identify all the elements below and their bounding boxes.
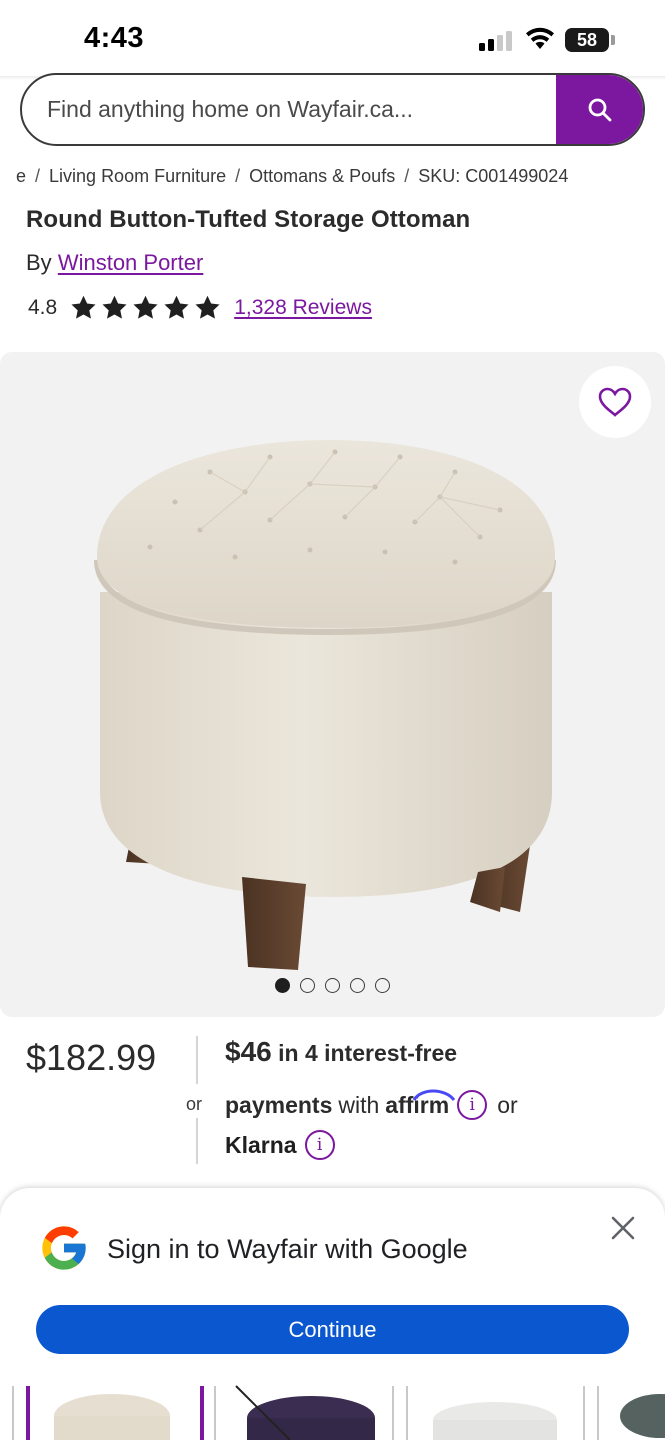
installment-provider-row: payments with affirm i or	[225, 1089, 518, 1120]
close-button[interactable]	[607, 1212, 639, 1244]
search-button[interactable]	[556, 75, 643, 144]
status-time: 4:43	[84, 22, 145, 54]
continue-button[interactable]: Continue	[36, 1305, 629, 1354]
gallery-dot[interactable]	[325, 978, 340, 993]
installment-offer: $46 in 4 interest-free	[225, 1036, 457, 1068]
installment-text: in 4 interest-free	[278, 1040, 458, 1066]
brand-link[interactable]: Winston Porter	[58, 250, 204, 275]
search-input[interactable]	[22, 75, 558, 144]
or-label: or	[186, 1094, 203, 1114]
star-icon	[102, 295, 127, 319]
thumbnail-selected-border	[200, 1386, 204, 1440]
favorite-button[interactable]	[579, 366, 651, 438]
gallery-dot[interactable]	[350, 978, 365, 993]
battery-icon: 58	[565, 28, 609, 52]
gallery-dot[interactable]	[375, 978, 390, 993]
sheet-title: Sign in to Wayfair with Google	[107, 1234, 468, 1264]
thumbnail-divider	[392, 1386, 394, 1440]
breadcrumb-separator: /	[404, 166, 410, 186]
affirm-logo: affirm	[385, 1089, 456, 1119]
breadcrumb: e / Living Room Furniture / Ottomans & Poufs…	[16, 166, 665, 190]
breadcrumb-item[interactable]: e	[16, 166, 26, 187]
close-icon	[611, 1216, 635, 1240]
gallery-dot[interactable]	[275, 978, 290, 993]
google-logo-icon	[42, 1226, 86, 1270]
reviews-link[interactable]: 1,328 Reviews	[234, 296, 372, 320]
star-rating	[69, 294, 222, 322]
thumbnail-divider	[12, 1386, 14, 1440]
product-title: Round Button-Tufted Storage Ottoman	[26, 206, 471, 233]
star-icon	[71, 295, 96, 319]
thumbnail-divider	[406, 1386, 408, 1440]
klarna-row: Klarna i	[225, 1130, 345, 1160]
status-bar: 4:43 58	[0, 0, 665, 78]
wifi-icon	[526, 27, 554, 49]
thumbnail-divider	[597, 1386, 599, 1440]
byline: By Winston Porter	[26, 250, 203, 276]
price: $182.99	[26, 1037, 157, 1078]
product-image	[94, 440, 556, 970]
by-label: By	[26, 250, 52, 275]
breadcrumb-item-ottomans-poufs[interactable]: Ottomans & Poufs	[249, 166, 395, 187]
thumbnail-selected-border	[26, 1386, 30, 1440]
star-icon	[133, 295, 158, 319]
battery-cap	[611, 35, 615, 45]
heart-icon	[598, 387, 632, 417]
affirm-info-icon[interactable]: i	[457, 1090, 488, 1120]
breadcrumb-separator: /	[35, 166, 41, 186]
breadcrumb-item-living-room-furniture[interactable]: Living Room Furniture	[49, 166, 226, 187]
klarna-info-icon[interactable]: i	[304, 1130, 335, 1160]
payments-label: payments	[225, 1091, 333, 1118]
klarna-logo: Klarna	[225, 1131, 297, 1158]
or-after-label: or	[497, 1091, 518, 1118]
star-icon	[195, 295, 220, 319]
rating-value: 4.8	[28, 296, 58, 319]
gallery-pagination	[275, 978, 390, 993]
price-divider	[196, 1036, 198, 1084]
breadcrumb-sku: SKU: C001499024	[418, 166, 569, 186]
cellular-signal-icon	[479, 31, 513, 51]
search-icon	[588, 98, 611, 121]
thumbnail-divider	[583, 1386, 585, 1440]
gallery-dot[interactable]	[300, 978, 315, 993]
affirm-arc-icon	[412, 1089, 456, 1101]
variant-thumbnails[interactable]	[0, 1382, 665, 1440]
with-label: with	[338, 1091, 380, 1118]
search-bar	[20, 73, 645, 146]
star-icon	[164, 295, 189, 319]
breadcrumb-separator: /	[235, 166, 241, 186]
thumbnail-divider	[214, 1386, 216, 1440]
installment-amount: $46	[225, 1036, 272, 1067]
rating-row: 4.8 1,328 Reviews	[28, 293, 372, 323]
price-divider	[196, 1118, 198, 1164]
